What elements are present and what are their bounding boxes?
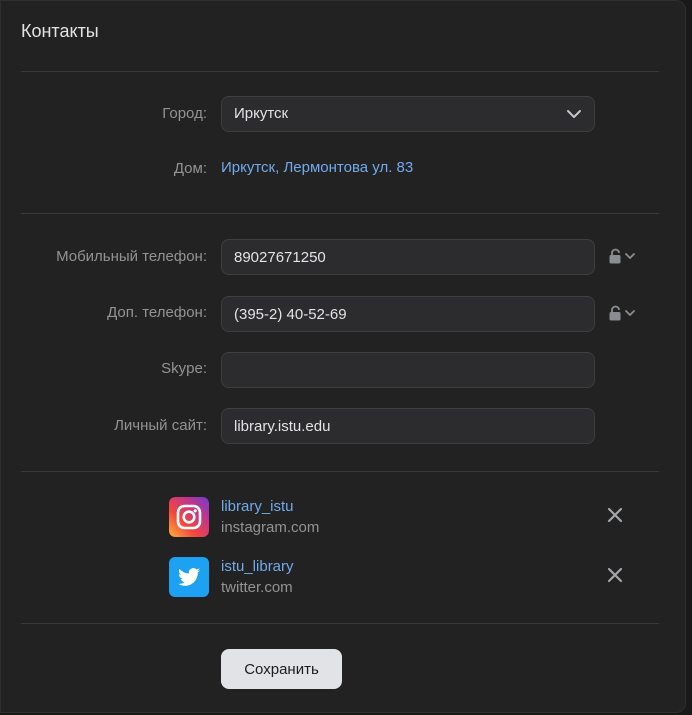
mobile-phone-label: Мобильный телефон: xyxy=(56,248,207,265)
divider xyxy=(21,71,659,72)
city-label: Город: xyxy=(162,105,207,122)
remove-instagram-button[interactable] xyxy=(606,506,624,524)
lock-icon xyxy=(609,305,635,321)
divider xyxy=(21,471,659,472)
close-icon xyxy=(607,567,623,583)
divider xyxy=(21,623,659,624)
page-title: Контакты xyxy=(21,21,99,41)
mobile-phone-input[interactable] xyxy=(221,239,595,275)
remove-twitter-button[interactable] xyxy=(606,566,624,584)
social-account-link-instagram[interactable]: library_istu xyxy=(221,498,294,515)
website-input[interactable] xyxy=(221,408,595,444)
social-domain-twitter: twitter.com xyxy=(221,579,293,596)
close-icon xyxy=(607,507,623,523)
skype-input[interactable] xyxy=(221,352,595,388)
website-label: Личный сайт: xyxy=(114,417,207,434)
extra-phone-label: Доп. телефон: xyxy=(107,304,207,321)
skype-label: Skype: xyxy=(161,360,207,377)
privacy-setting-mobile[interactable] xyxy=(608,248,638,266)
home-label: Дом: xyxy=(173,160,207,177)
social-account-link-twitter[interactable]: istu_library xyxy=(221,558,294,575)
social-domain-instagram: instagram.com xyxy=(221,519,320,536)
contacts-panel: Контакты Город: Иркутск Дом: Иркутск, Ле… xyxy=(0,0,686,713)
city-value: Иркутск xyxy=(234,105,289,122)
twitter-icon xyxy=(169,557,209,597)
save-button[interactable]: Сохранить xyxy=(221,649,342,689)
privacy-setting-extra-phone[interactable] xyxy=(608,305,638,323)
lock-icon xyxy=(609,248,635,264)
home-address-link[interactable]: Иркутск, Лермонтова ул. 83 xyxy=(221,159,413,176)
chevron-down-icon xyxy=(567,110,581,118)
city-select[interactable]: Иркутск xyxy=(221,96,595,132)
extra-phone-input[interactable] xyxy=(221,296,595,332)
instagram-icon xyxy=(169,497,209,537)
divider xyxy=(21,213,659,214)
